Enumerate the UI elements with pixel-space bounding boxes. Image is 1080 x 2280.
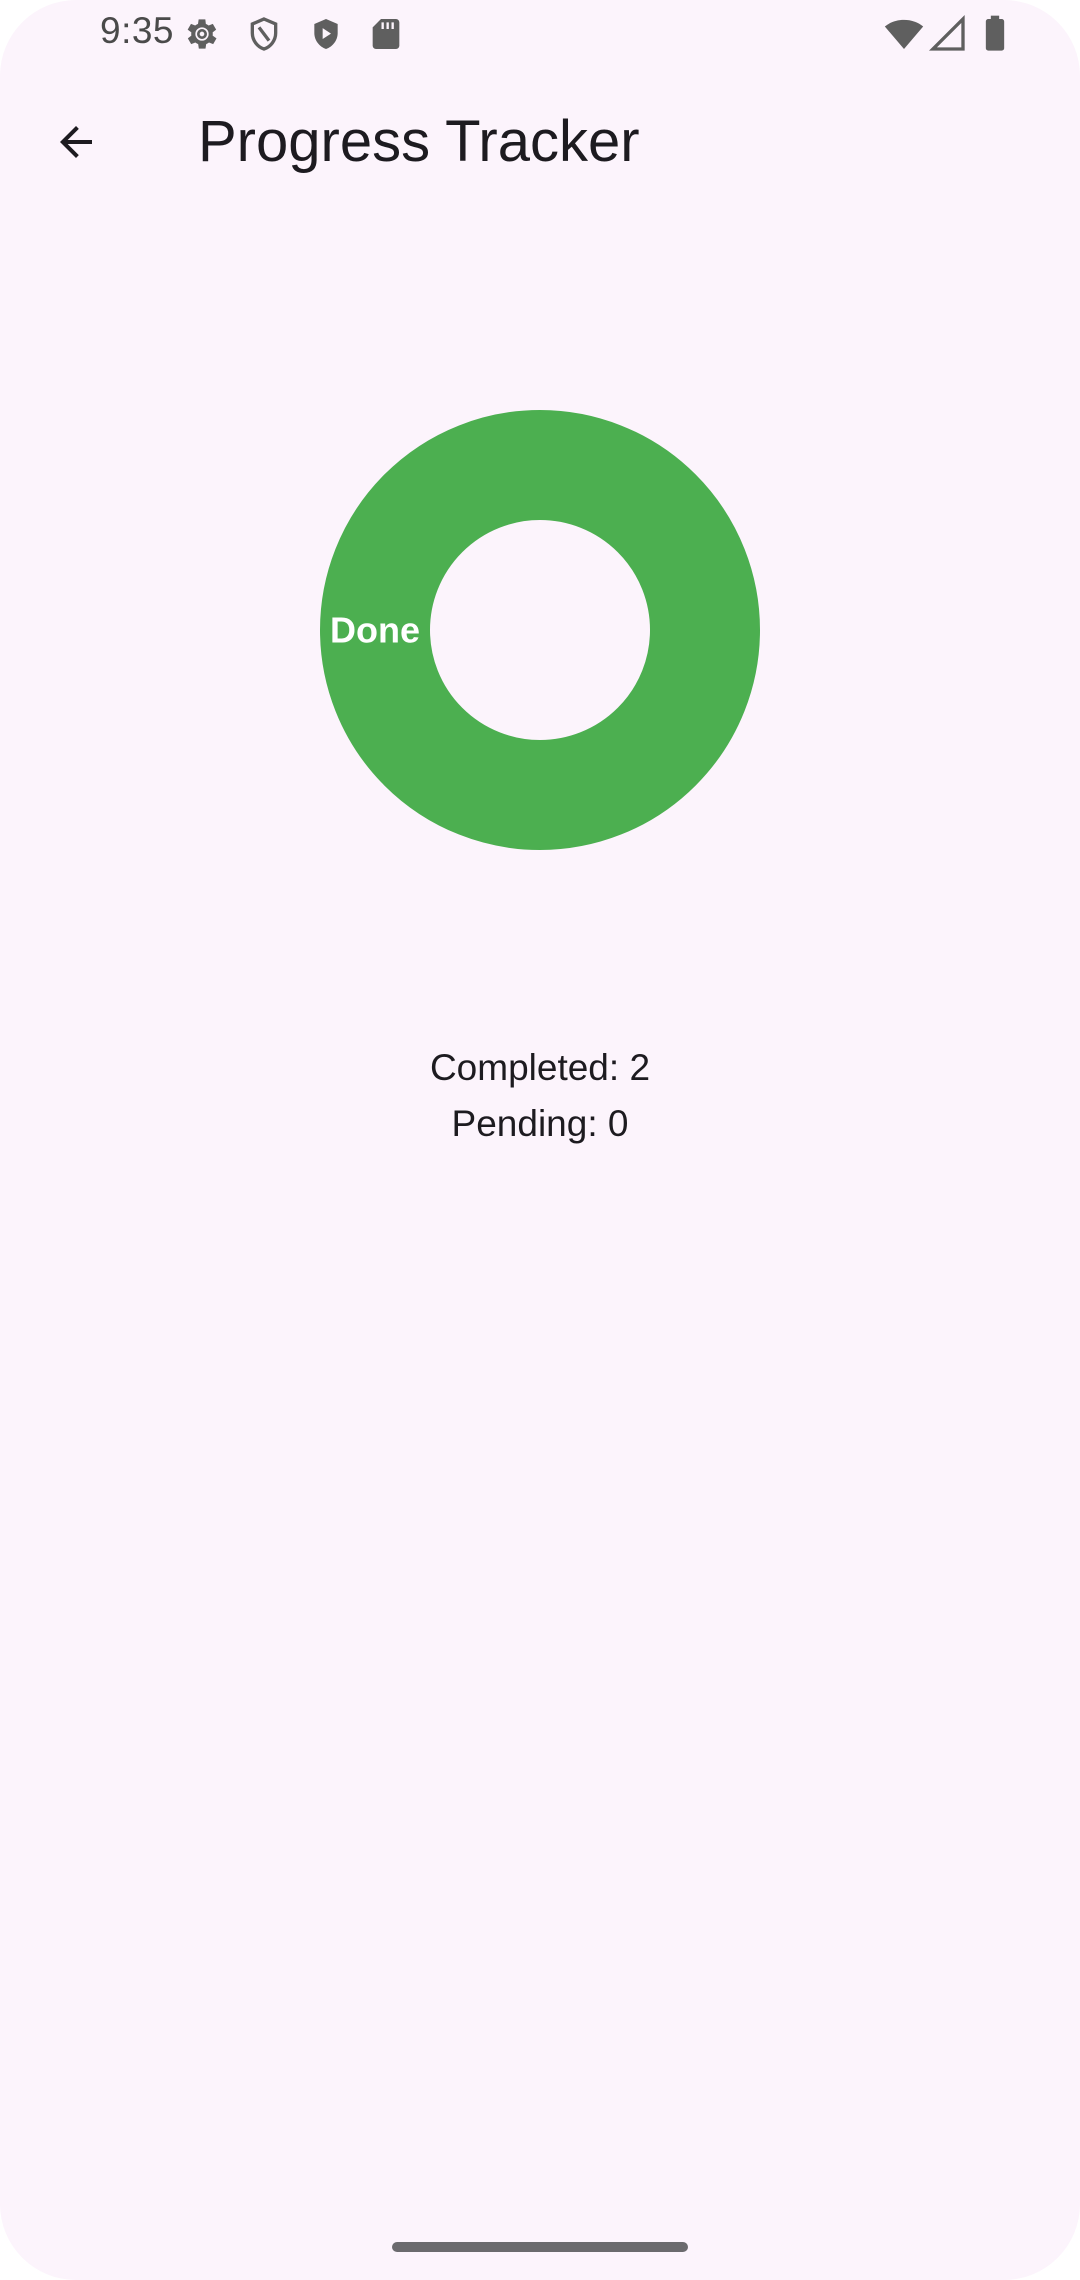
progress-summary: Completed: 2 Pending: 0	[0, 1040, 1080, 1152]
slice-label: Done	[330, 610, 420, 651]
status-bar: 9:35	[0, 0, 1080, 66]
gear-icon	[187, 19, 217, 49]
page-title: Progress Tracker	[198, 109, 640, 174]
battery-icon	[985, 15, 1005, 51]
signal-icon	[928, 14, 965, 51]
slice-done	[320, 410, 760, 850]
progress-donut-chart: Done	[300, 390, 780, 870]
play-shield-icon	[314, 19, 338, 49]
donut-svg: Done	[320, 410, 760, 850]
back-button[interactable]	[32, 98, 120, 186]
gesture-nav-handle[interactable]	[392, 2242, 688, 2252]
completed-count: Completed: 2	[429, 1047, 651, 1088]
wifi-icon	[884, 19, 924, 49]
status-time: 9:35	[100, 10, 175, 51]
sd-card-icon	[372, 19, 400, 49]
screen: 9:35 Progress Tracker Done Completed: 2 …	[0, 0, 1080, 2280]
shield-outline-icon	[250, 17, 278, 51]
app-bar: Progress Tracker	[0, 72, 1080, 212]
arrow-back-icon	[60, 126, 92, 158]
pending-count: Pending: 0	[451, 1103, 629, 1144]
